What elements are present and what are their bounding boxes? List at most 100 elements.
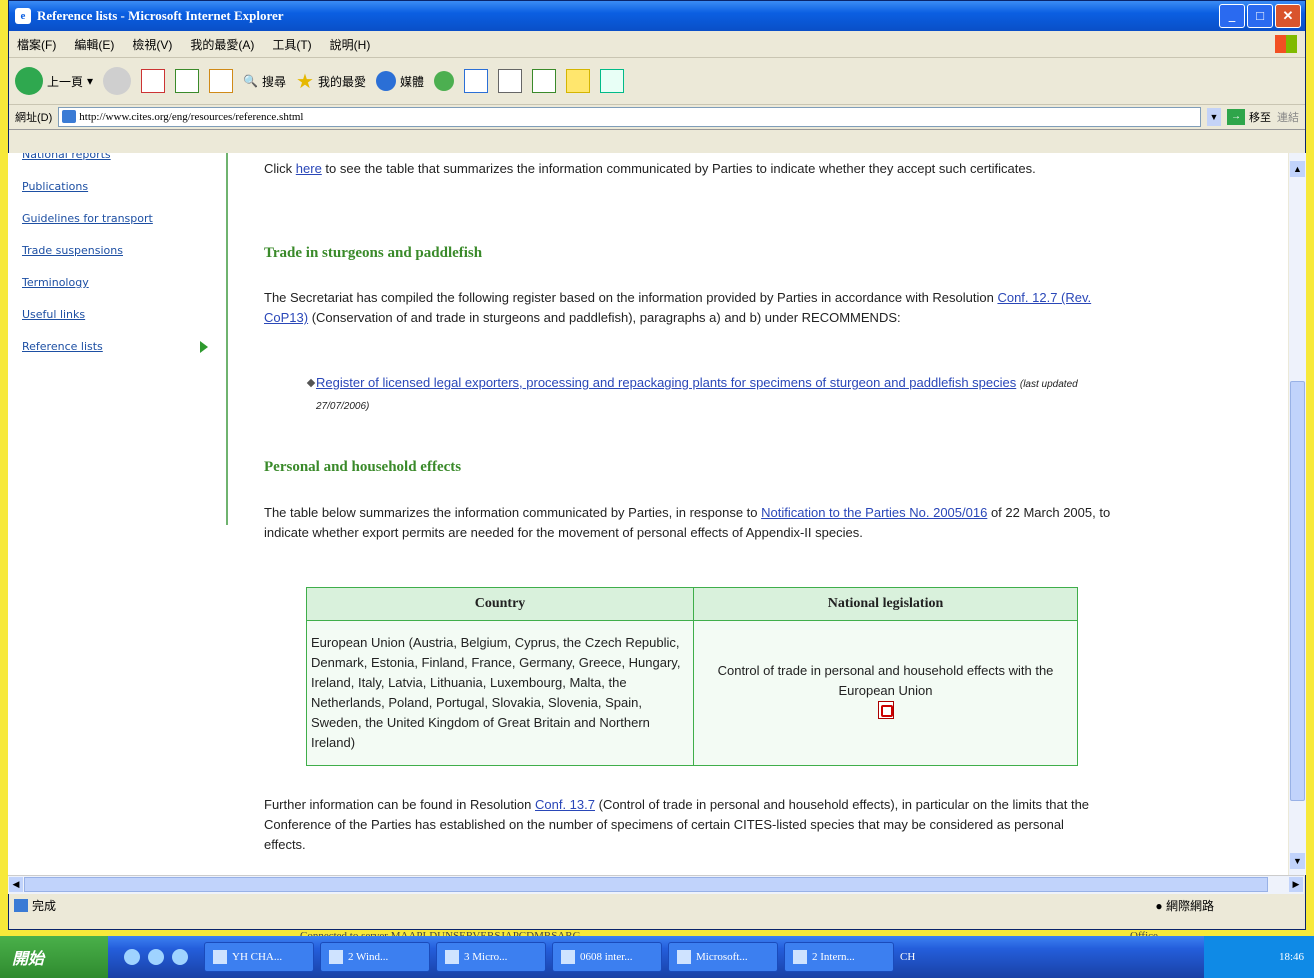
- horizontal-scrollbar[interactable]: ◀ ▶: [8, 875, 1304, 894]
- messenger-button[interactable]: [599, 69, 624, 93]
- menu-file[interactable]: 檔案(F): [17, 36, 56, 53]
- go-button[interactable]: → 移至: [1227, 109, 1271, 125]
- discuss-button[interactable]: [565, 69, 590, 93]
- sturgeon-heading: Trade in sturgeons and paddlefish: [264, 245, 483, 261]
- ie-icon: e: [15, 8, 31, 24]
- go-arrow-icon: →: [1227, 109, 1245, 125]
- search-icon: 🔍: [243, 74, 258, 88]
- word-icon: [445, 950, 459, 964]
- menu-tools[interactable]: 工具(T): [272, 36, 311, 53]
- vertical-scrollbar[interactable]: ▲ ▼: [1289, 153, 1306, 875]
- menu-view[interactable]: 檢視(V): [132, 36, 172, 53]
- quick-launch-ie-icon[interactable]: [124, 949, 140, 965]
- status-done: 完成: [32, 898, 57, 913]
- window-controls: _ □ ✕: [1219, 4, 1305, 28]
- legislation-cell: Control of trade in personal and househo…: [693, 620, 1078, 766]
- back-button[interactable]: 上一頁 ▾: [15, 67, 93, 95]
- links-button[interactable]: 連結: [1277, 109, 1299, 125]
- address-label: 網址(D): [15, 112, 53, 124]
- scroll-down-button[interactable]: ▼: [1290, 853, 1305, 869]
- column-header-country: Country: [306, 587, 694, 621]
- nav-reference-lists-row: Reference lists: [22, 331, 232, 363]
- current-page-arrow-icon: [200, 341, 208, 353]
- scroll-up-button[interactable]: ▲: [1290, 161, 1305, 177]
- stop-button[interactable]: [141, 69, 166, 93]
- media-icon: [375, 71, 396, 91]
- powerpoint-icon: [561, 950, 575, 964]
- status-page-icon: [14, 898, 28, 912]
- menu-favorites[interactable]: 我的最愛(A): [190, 36, 254, 53]
- address-bar: 網址(D) http://www.cites.org/eng/resources…: [9, 105, 1305, 130]
- refresh-button[interactable]: [175, 69, 200, 93]
- task-button-5[interactable]: Microsoft...: [668, 942, 778, 972]
- close-button[interactable]: ✕: [1275, 4, 1301, 28]
- star-icon: ★: [296, 70, 314, 93]
- column-header-legislation: National legislation: [693, 587, 1078, 621]
- intro-paragraph: Click here to see the table that summari…: [264, 161, 1036, 176]
- address-input[interactable]: http://www.cites.org/eng/resources/refer…: [58, 107, 1201, 127]
- toolbar: 上一頁 ▾ 🔍 搜尋 ★ 我的最愛 媒體: [9, 58, 1305, 105]
- personal-effects-heading: Personal and household effects: [264, 459, 462, 475]
- clock[interactable]: 18:46: [1279, 951, 1304, 963]
- scroll-right-button[interactable]: ▶: [1289, 877, 1303, 892]
- here-link[interactable]: here: [296, 161, 322, 176]
- personal-effects-table: Country National legislation European Un…: [306, 587, 1078, 766]
- system-tray: 18:46: [1204, 936, 1314, 978]
- notification-link[interactable]: Notification to the Parties No. 2005/016: [761, 505, 987, 520]
- ie-task-icon: [793, 950, 807, 964]
- minimize-button[interactable]: _: [1219, 4, 1245, 28]
- task-button-4[interactable]: 0608 inter...: [552, 942, 662, 972]
- home-button[interactable]: [209, 69, 234, 93]
- page-content: National reports Publications Guidelines…: [8, 153, 1288, 875]
- further-info-paragraph: Further information can be found in Reso…: [264, 797, 1090, 852]
- table-header-row: Country National legislation: [306, 587, 1078, 621]
- bullet-icon: [306, 378, 316, 388]
- task-icon: [213, 950, 227, 964]
- task-button-6[interactable]: 2 Intern...: [784, 942, 894, 972]
- pdf-icon[interactable]: [877, 701, 894, 719]
- table-row: European Union (Austria, Belgium, Cyprus…: [306, 620, 1078, 766]
- address-dropdown-button[interactable]: ▼: [1207, 108, 1221, 126]
- scroll-left-button[interactable]: ◀: [9, 877, 23, 892]
- edit-button[interactable]: [531, 69, 556, 93]
- status-bar: 完成 ● 網際網路: [8, 894, 1304, 916]
- forward-button[interactable]: [103, 67, 132, 95]
- quick-launch-media-icon[interactable]: [148, 949, 164, 965]
- task-button-3[interactable]: 3 Micro...: [436, 942, 546, 972]
- mail-button[interactable]: [463, 69, 488, 93]
- resolution-13-7-link[interactable]: Conf. 13.7: [535, 797, 595, 812]
- task-button-2[interactable]: 2 Wind...: [320, 942, 430, 972]
- register-link[interactable]: Register of licensed legal exporters, pr…: [316, 375, 1016, 390]
- history-button[interactable]: [433, 71, 454, 91]
- excel-icon: [677, 950, 691, 964]
- window-title: Reference lists - Microsoft Internet Exp…: [37, 8, 284, 23]
- media-button[interactable]: 媒體: [375, 71, 424, 91]
- register-item: Register of licensed legal exporters, pr…: [316, 373, 1086, 417]
- sturgeon-paragraph: The Secretariat has compiled the followi…: [264, 290, 1092, 325]
- search-button[interactable]: 🔍 搜尋: [243, 73, 286, 90]
- nav-guidelines-transport[interactable]: Guidelines for transport: [22, 203, 232, 235]
- nav-national-reports[interactable]: National reports: [22, 153, 232, 171]
- favorites-button[interactable]: ★ 我的最愛: [296, 69, 366, 94]
- quick-launch-desktop-icon[interactable]: [172, 949, 188, 965]
- nav-useful-links[interactable]: Useful links: [22, 299, 232, 331]
- start-button[interactable]: 開始: [0, 936, 108, 978]
- nav-trade-suspensions[interactable]: Trade suspensions: [22, 235, 232, 267]
- title-bar: e Reference lists - Microsoft Internet E…: [9, 1, 1305, 31]
- menu-help[interactable]: 說明(H): [330, 36, 371, 53]
- menu-edit[interactable]: 編輯(E): [74, 36, 114, 53]
- nav-publications[interactable]: Publications: [22, 171, 232, 203]
- left-navigation: National reports Publications Guidelines…: [22, 153, 232, 363]
- nav-terminology[interactable]: Terminology: [22, 267, 232, 299]
- sidebar-divider: [226, 153, 228, 525]
- horizontal-scroll-thumb[interactable]: [24, 877, 1268, 892]
- windows-flag-icon: [1275, 35, 1297, 53]
- maximize-button[interactable]: □: [1247, 4, 1273, 28]
- personal-effects-paragraph: The table below summarizes the informati…: [264, 505, 1111, 540]
- language-indicator[interactable]: CH: [900, 951, 915, 963]
- print-button[interactable]: [497, 69, 522, 93]
- vertical-scroll-thumb[interactable]: [1290, 381, 1305, 801]
- task-button-1[interactable]: YH CHA...: [204, 942, 314, 972]
- back-arrow-icon: [15, 67, 43, 95]
- menu-bar: 檔案(F) 編輯(E) 檢視(V) 我的最愛(A) 工具(T) 說明(H): [9, 31, 1305, 58]
